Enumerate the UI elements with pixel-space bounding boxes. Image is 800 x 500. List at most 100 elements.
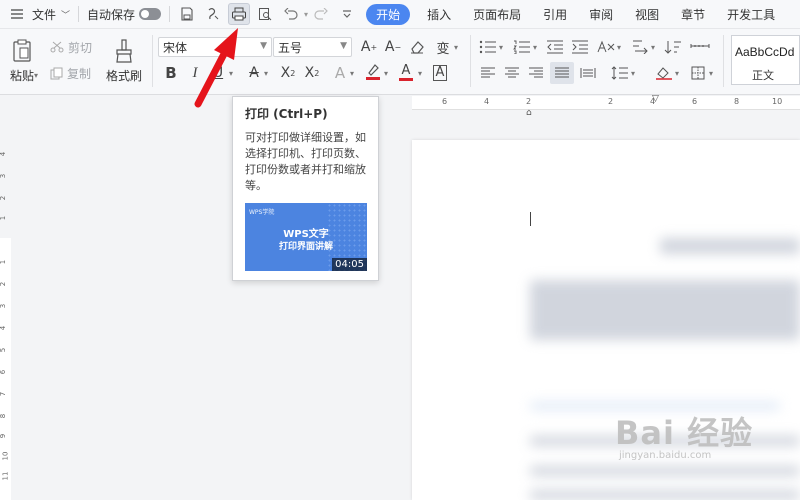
ruler-tick: 2 [608,97,614,106]
ruler-tick: 7 [0,391,8,397]
ruler-tick: 2 [0,195,8,201]
chevron-down-icon[interactable]: ▾ [384,69,388,78]
ruler-tick: 4 [484,97,490,106]
chevron-down-icon[interactable]: ▾ [34,71,38,80]
ruler-tick: 10 [772,97,783,106]
cut-label: 剪切 [68,40,93,55]
font-color-icon[interactable]: A [398,61,414,83]
chevron-down-icon: ▼ [340,41,347,51]
highlight-color-icon[interactable] [364,61,382,83]
chevron-down-icon[interactable]: ▾ [350,69,354,78]
ruler-tick: 2 [0,281,8,287]
ruler-tick: 10 [1,451,10,461]
chevron-down-icon[interactable]: ▾ [533,43,537,52]
output-pdf-icon[interactable] [202,3,224,25]
borders-icon[interactable] [688,64,708,82]
toggle-switch-icon [139,8,162,20]
tab-home[interactable]: 开始 [366,3,411,25]
character-border-icon[interactable]: A [430,63,450,83]
chevron-down-icon: ▼ [260,41,267,51]
divider [152,35,153,87]
chevron-down-icon[interactable]: ▾ [675,69,679,78]
redo-icon[interactable] [310,3,332,25]
divider [169,6,171,22]
ruler-tick: 4 [0,325,8,331]
blurred-text-line [530,490,800,500]
copy-icon [50,67,63,79]
print-tooltip: 打印 (Ctrl+P) 可对打印做详细设置，如选择打印机、打印页数、打印份数或者… [232,96,379,281]
align-center-icon[interactable] [502,64,522,82]
video-title: WPS文字 [283,229,329,240]
save-icon[interactable] [176,3,198,25]
chevron-down-icon[interactable]: ▾ [631,69,635,78]
cut-button[interactable]: 剪切 [50,38,92,56]
tutorial-video-thumbnail[interactable]: WPS学院 WPS文字 打印界面讲解 04:05 [245,203,367,271]
file-menu[interactable]: 文件 ﹀ [28,0,74,29]
tab-review[interactable]: 审阅 [578,0,624,29]
chinese-layout-icon[interactable] [595,38,617,56]
decrease-indent-icon[interactable] [545,38,565,56]
tab-references[interactable]: 引用 [532,0,578,29]
indent-marker-icon[interactable]: ▽ [652,94,659,104]
paintbrush-icon [116,38,132,63]
chevron-down-icon[interactable]: ▾ [454,43,458,52]
decrease-font-size-icon[interactable]: A − [384,38,402,56]
subscript-icon[interactable]: X2 [302,63,322,83]
justify-icon[interactable] [550,62,574,84]
ruler-tick: 6 [692,97,698,106]
ribbon: 粘贴 ▾ 剪切 复制 格式刷 宋体 ▼ 五号 ▼ A+ A− 变 ▾ B I U… [0,29,800,95]
bullet-list-icon[interactable] [478,38,498,56]
tab-page-layout[interactable]: 页面布局 [462,0,532,29]
tab-view[interactable]: 视图 [624,0,670,29]
menu-bar: 文件 ﹀ 自动保存 ▾ 开始 插入 页面布局 引用 审阅 视图 章节 开发工具 [0,0,800,29]
increase-font-size-icon[interactable]: A + [360,38,378,56]
divider [78,6,80,22]
print-icon[interactable] [228,3,251,25]
bold-icon[interactable]: B [162,63,180,83]
tab-developer[interactable]: 开发工具 [716,0,786,29]
text-direction-icon[interactable] [630,38,650,56]
print-preview-icon[interactable] [254,3,276,25]
tab-insert[interactable]: 插入 [416,0,462,29]
video-brand-logo: WPS学院 [249,209,275,216]
align-left-icon[interactable] [478,64,498,82]
numbered-list-icon[interactable] [512,38,532,56]
show-marks-icon[interactable] [689,38,711,56]
clipboard-icon [13,39,31,62]
ruler-tab-marker-icon[interactable]: ⌂ [526,108,532,118]
chevron-down-icon[interactable]: ▾ [499,43,503,52]
format-painter-button[interactable]: 格式刷 [104,35,144,87]
align-right-icon[interactable] [526,64,546,82]
chevron-down-icon[interactable]: ▾ [709,69,713,78]
text-cursor [530,212,531,226]
superscript-icon[interactable]: X2 [278,63,298,83]
copy-button[interactable]: 复制 [50,64,91,82]
line-spacing-icon[interactable] [610,64,630,82]
increase-indent-icon[interactable] [570,38,590,56]
chevron-down-icon[interactable]: ▾ [418,69,422,78]
hamburger-menu-icon[interactable] [0,0,28,29]
chevron-down-icon[interactable]: ▾ [617,43,621,52]
clear-format-icon[interactable] [408,38,426,56]
horizontal-ruler[interactable]: 6 4 2 2 4 6 8 10 ▽ [412,94,800,110]
vertical-ruler[interactable]: 4 3 2 1 1 2 3 4 5 6 7 8 9 10 11 [0,110,11,500]
font-size-select[interactable]: 五号 ▼ [273,37,352,57]
style-name: 正文 [752,69,774,82]
customize-quick-access-icon[interactable] [336,3,358,25]
ruler-tick: 8 [0,413,8,419]
sort-icon[interactable] [663,38,683,56]
chevron-down-icon[interactable]: ▾ [651,43,655,52]
chevron-down-icon[interactable]: ▾ [304,10,308,19]
shading-icon[interactable] [654,64,674,82]
tab-sections[interactable]: 章节 [670,0,716,29]
phonetic-guide-icon[interactable]: 变 [432,37,454,57]
undo-icon[interactable] [280,3,302,25]
chevron-down-icon[interactable]: ▾ [264,69,268,78]
style-normal[interactable]: AaBbCcDd 正文 [731,35,800,85]
text-effect-icon[interactable]: A [330,63,350,83]
ruler-tick: 2 [526,97,532,106]
autosave-toggle[interactable]: 自动保存 [83,0,165,29]
distributed-align-icon[interactable] [578,64,598,82]
blurred-heading [660,238,800,254]
video-subtitle: 打印界面讲解 [278,242,333,252]
